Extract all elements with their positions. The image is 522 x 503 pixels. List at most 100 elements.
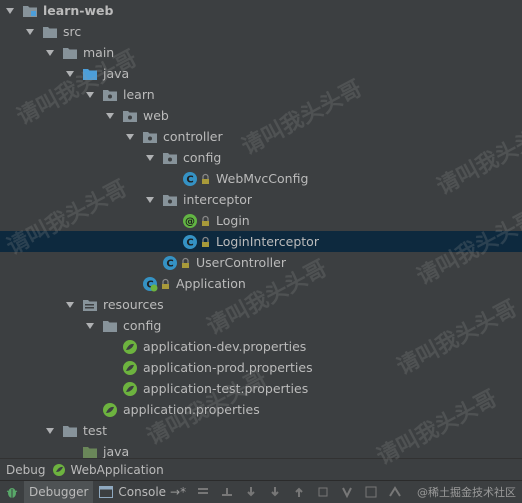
svg-text:C: C — [186, 174, 193, 185]
svg-text:@: @ — [185, 216, 195, 227]
tree-row[interactable]: C WebMvcConfig — [0, 168, 522, 189]
expand-arrow-icon[interactable] — [124, 131, 136, 143]
expand-arrow-icon[interactable] — [44, 47, 56, 59]
lock-icon — [201, 236, 210, 248]
tree-item-label: interceptor — [183, 192, 253, 207]
tree-row[interactable]: application-prod.properties — [0, 357, 522, 378]
annotation-icon: @ — [182, 213, 198, 229]
tree-row[interactable]: interceptor — [0, 189, 522, 210]
tab-console[interactable]: Console →* — [93, 481, 191, 503]
tree-row[interactable]: controller — [0, 126, 522, 147]
tree-row[interactable]: main — [0, 42, 522, 63]
tree-row[interactable]: learn-web — [0, 0, 522, 21]
tree-item-label: LoginInterceptor — [216, 234, 319, 249]
tree-row[interactable]: java — [0, 63, 522, 84]
run-configuration-label[interactable]: WebApplication — [70, 463, 163, 477]
expand-arrow-icon[interactable] — [4, 5, 16, 17]
show-execution-point-icon[interactable] — [195, 484, 211, 500]
tree-item-label: main — [83, 45, 115, 60]
tree-item-label: config — [183, 150, 222, 165]
lock-icon — [161, 278, 170, 290]
package-icon — [162, 192, 178, 208]
trace-icon[interactable] — [387, 484, 403, 500]
evaluate-expression-icon[interactable] — [363, 484, 379, 500]
project-tree[interactable]: learn-web src main java learn web controller co… — [0, 0, 522, 458]
folder-icon — [102, 318, 118, 334]
tree-row[interactable]: C LoginInterceptor — [0, 231, 522, 252]
svg-text:C: C — [186, 237, 193, 248]
tree-row[interactable]: @ Login — [0, 210, 522, 231]
tree-item-label: resources — [103, 297, 164, 312]
tree-row[interactable]: application.properties — [0, 399, 522, 420]
tree-row[interactable]: resources — [0, 294, 522, 315]
java-class-icon: C — [182, 171, 198, 187]
tree-row[interactable]: src — [0, 21, 522, 42]
step-out-icon[interactable] — [291, 484, 307, 500]
package-icon — [102, 87, 118, 103]
folder-icon — [62, 45, 78, 61]
debug-bug-icon[interactable] — [4, 484, 20, 500]
expand-arrow-icon[interactable] — [44, 425, 56, 437]
expand-arrow-icon[interactable] — [64, 299, 76, 311]
package-icon — [142, 129, 158, 145]
java-class-icon: C — [162, 255, 178, 271]
package-icon — [122, 108, 138, 124]
tree-item-label: WebMvcConfig — [216, 171, 309, 186]
tree-item-label: src — [63, 24, 82, 39]
expand-arrow-icon[interactable] — [144, 152, 156, 164]
module-folder-icon — [22, 3, 38, 19]
expand-arrow-icon[interactable] — [84, 320, 96, 332]
expand-arrow-icon[interactable] — [104, 110, 116, 122]
spring-properties-icon — [122, 339, 138, 355]
tree-row[interactable]: application-test.properties — [0, 378, 522, 399]
expand-arrow-icon[interactable] — [24, 26, 36, 38]
spring-properties-icon — [122, 381, 138, 397]
tree-row[interactable]: java — [0, 441, 522, 458]
tree-row[interactable]: C Application — [0, 273, 522, 294]
resources-folder-icon — [82, 297, 98, 313]
expand-arrow-icon[interactable] — [84, 89, 96, 101]
spring-boot-run-config-icon — [51, 462, 67, 478]
debug-tool-window-header: Debug WebApplication — [0, 458, 522, 480]
drop-frame-icon[interactable] — [315, 484, 331, 500]
tree-item-label: application-dev.properties — [143, 339, 307, 354]
folder-icon — [62, 423, 78, 439]
expand-arrow-icon[interactable] — [144, 194, 156, 206]
expand-arrow-icon[interactable] — [64, 68, 76, 80]
tree-row[interactable]: application-dev.properties — [0, 336, 522, 357]
tree-item-label: controller — [163, 129, 223, 144]
tree-item-label: test — [83, 423, 108, 438]
tree-item-label: java — [103, 444, 130, 458]
tree-item-label: Application — [176, 276, 246, 291]
tree-row[interactable]: web — [0, 105, 522, 126]
tree-row[interactable]: C UserController — [0, 252, 522, 273]
tree-item-label: web — [143, 108, 169, 123]
tree-row[interactable]: test — [0, 420, 522, 441]
step-over-icon[interactable] — [219, 484, 235, 500]
tree-row[interactable]: config — [0, 315, 522, 336]
console-tab-label: Console — [118, 485, 167, 499]
spring-properties-icon — [122, 360, 138, 376]
tree-row[interactable]: learn — [0, 84, 522, 105]
run-to-cursor-icon[interactable] — [339, 484, 355, 500]
svg-text:C: C — [166, 258, 173, 269]
lock-icon — [201, 215, 210, 227]
spring-boot-class-icon: C — [142, 276, 158, 292]
restore-layout-icon[interactable]: →* — [170, 485, 186, 499]
site-watermark: @稀土掘金技术社区 — [417, 486, 516, 499]
tree-item-label: application.properties — [123, 402, 260, 417]
tree-item-label: learn-web — [43, 3, 114, 18]
tab-debugger[interactable]: Debugger — [24, 481, 94, 503]
spring-properties-icon — [102, 402, 118, 418]
lock-icon — [201, 173, 210, 185]
console-icon — [98, 484, 114, 500]
tree-item-label: java — [103, 66, 130, 81]
tree-row[interactable]: config — [0, 147, 522, 168]
step-into-icon[interactable] — [243, 484, 259, 500]
java-class-icon: C — [182, 234, 198, 250]
force-step-into-icon[interactable] — [267, 484, 283, 500]
tree-item-label: UserController — [196, 255, 286, 270]
folder-icon — [42, 24, 58, 40]
tree-item-label: application-prod.properties — [143, 360, 313, 375]
package-icon — [162, 150, 178, 166]
